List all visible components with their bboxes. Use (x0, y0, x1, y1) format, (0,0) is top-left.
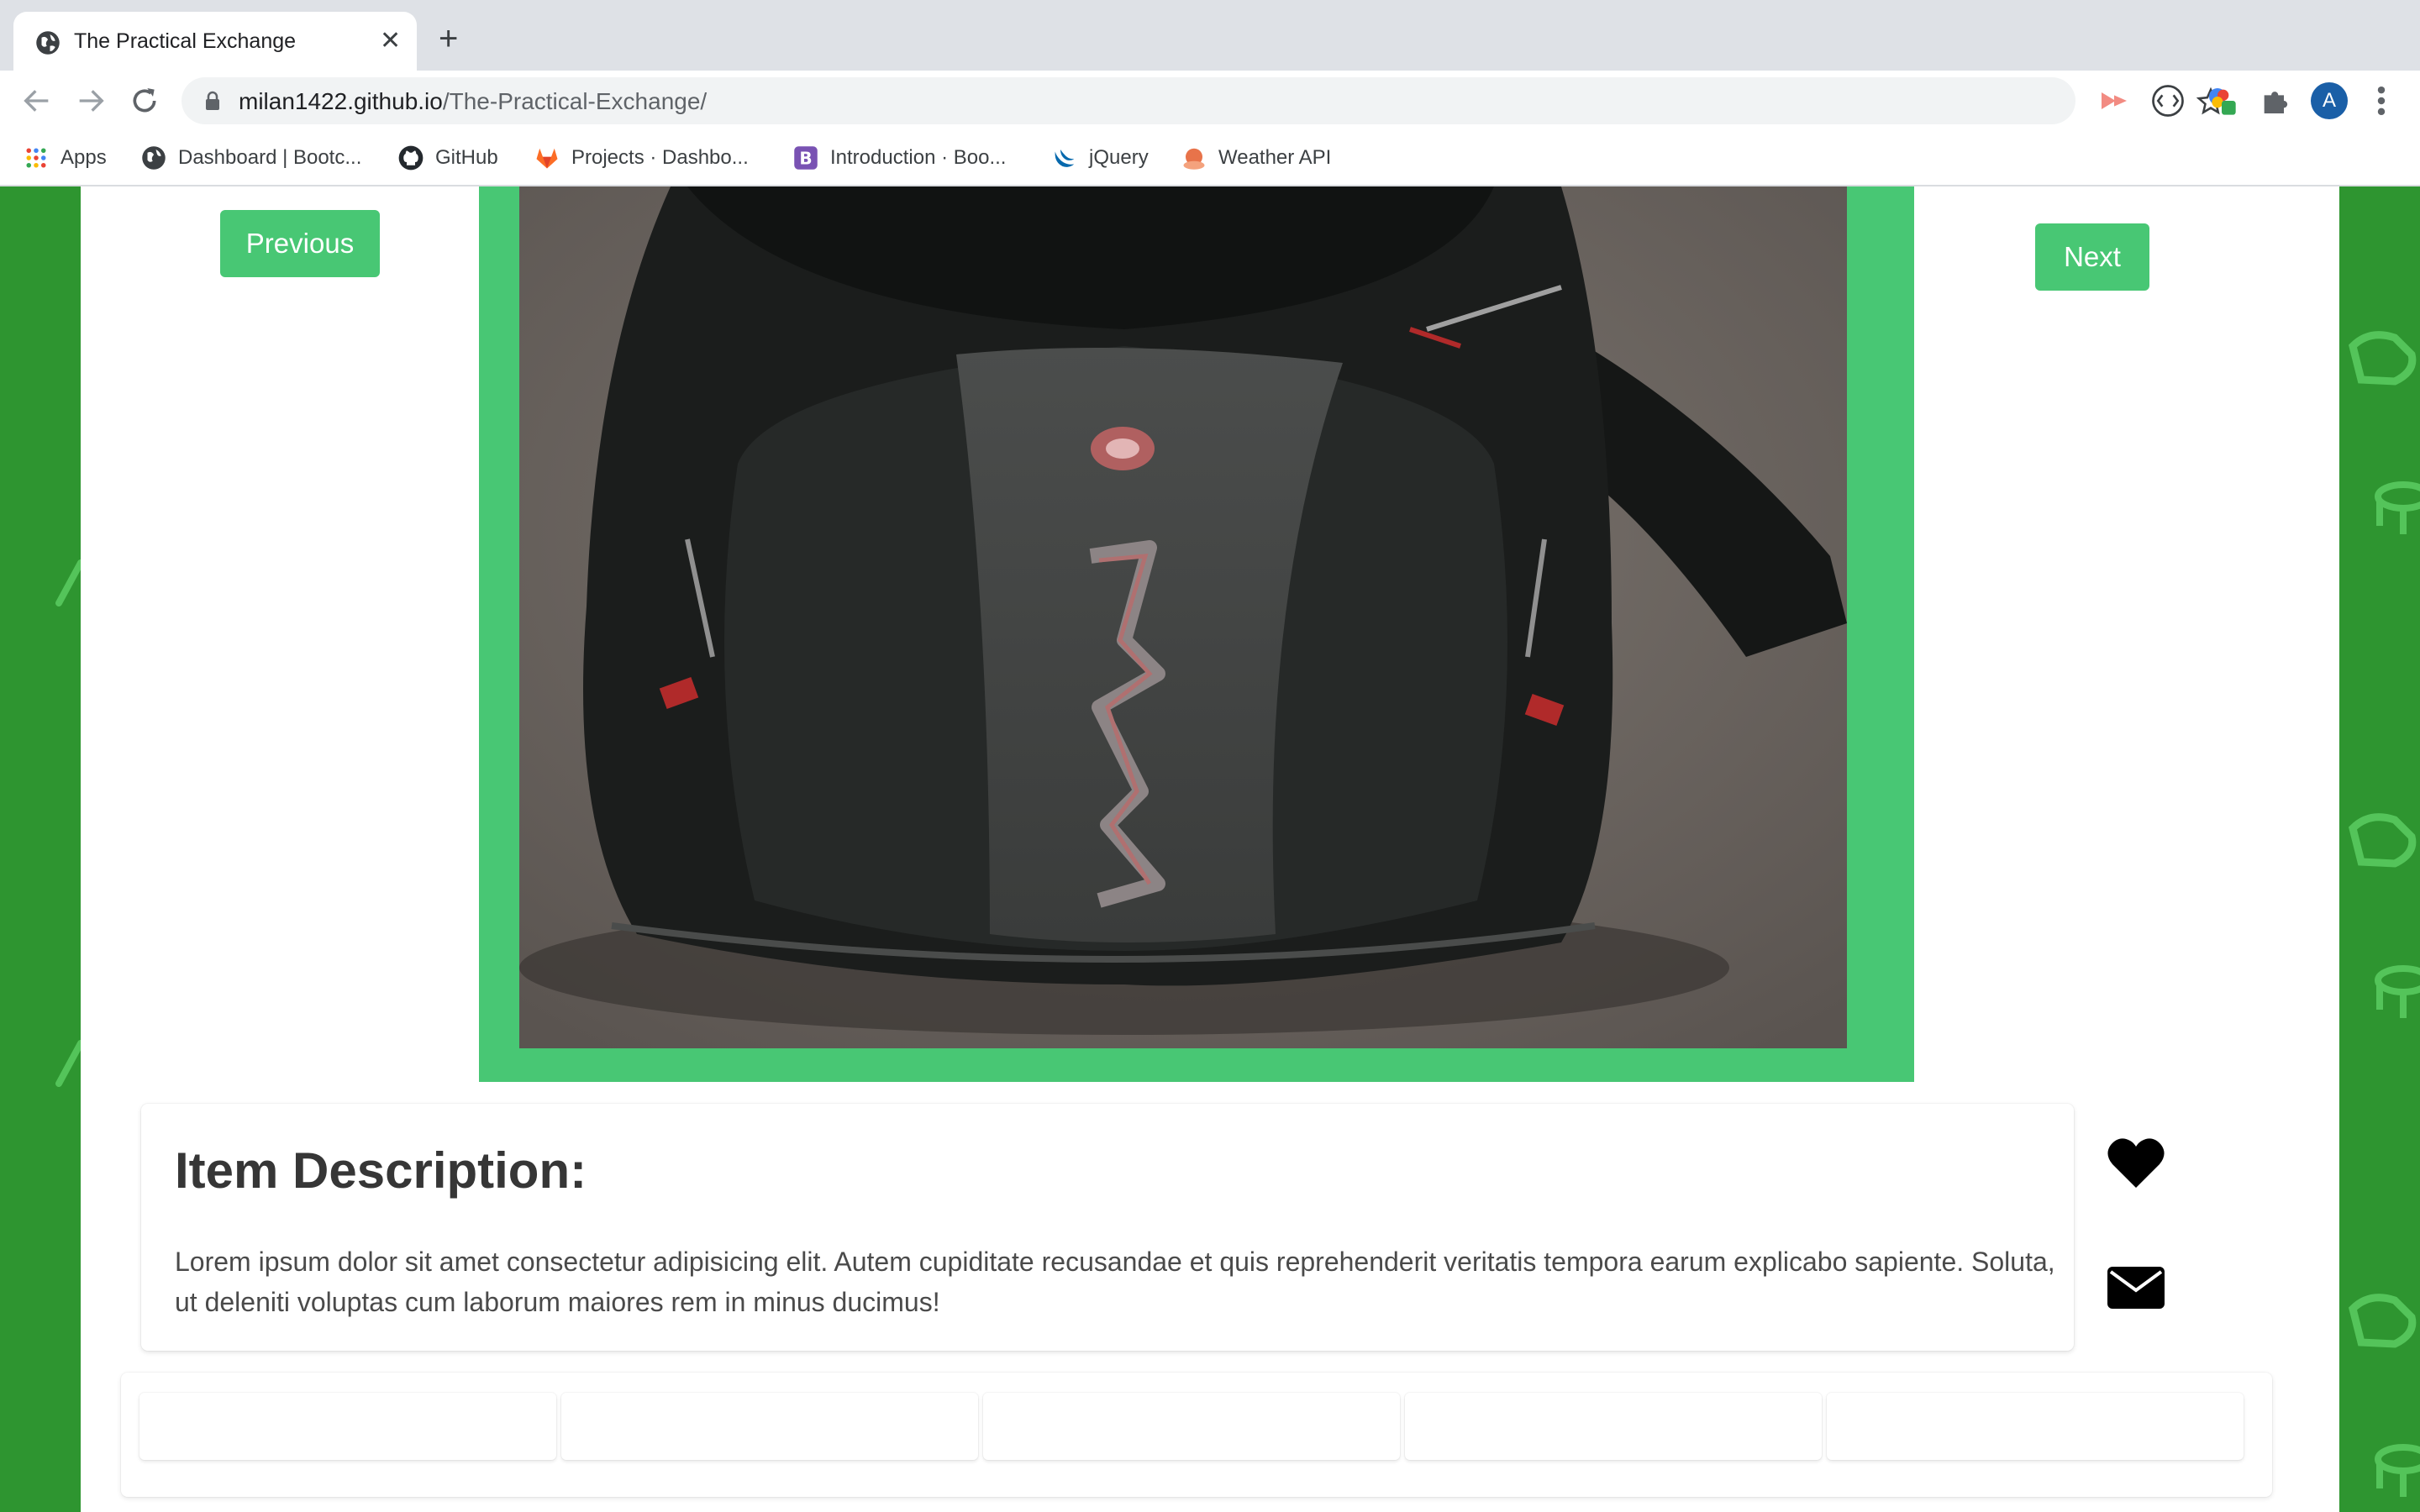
weather-icon (1183, 148, 1205, 170)
thumbnail-card[interactable] (561, 1393, 978, 1460)
extension-color-icon[interactable] (2205, 84, 2238, 118)
thumbnail-card[interactable] (1405, 1393, 1822, 1460)
thumbnail-card[interactable] (983, 1393, 1400, 1460)
gitlab-icon (536, 148, 558, 169)
globe-icon (36, 31, 60, 55)
bookmark-github[interactable]: GitHub (398, 143, 498, 173)
bookmark-dashboard[interactable]: Dashboard | Bootc... (141, 143, 361, 173)
ottoman-icon (2375, 481, 2420, 534)
bookmark-label: GitHub (435, 146, 498, 169)
bookmark-label: Weather API (1218, 146, 1332, 169)
item-description-text: Lorem ipsum dolor sit amet consectetur a… (175, 1247, 2055, 1317)
new-tab-icon[interactable]: + (439, 22, 458, 55)
close-icon[interactable]: ✕ (380, 29, 401, 54)
tab-title: The Practical Exchange (74, 29, 297, 53)
next-button[interactable]: Next (2035, 223, 2149, 291)
browser-tabstrip: The Practical Exchange ✕ + (0, 0, 2420, 71)
globe-icon (142, 146, 166, 170)
bookmark-jquery[interactable]: jQuery (1052, 143, 1149, 173)
bookmark-apps[interactable]: Apps (24, 143, 107, 173)
github-icon (398, 145, 424, 171)
item-detail-container: Previous Next Item Description: Lorem ip… (81, 186, 2339, 1512)
item-description-card: Item Description: Lorem ipsum dolor sit … (141, 1104, 2074, 1351)
bookmark-label: Introduction · Boo... (830, 146, 1007, 169)
item-image-frame (479, 186, 1914, 1082)
ottoman-icon (2375, 965, 2420, 1018)
url-text[interactable]: milan1422.github.io/The-Practical-Exchan… (239, 87, 707, 116)
bookmark-gitlab[interactable]: Projects · Dashbo... (534, 143, 749, 173)
extensions-puzzle-icon[interactable] (2259, 84, 2292, 118)
item-photo[interactable] (519, 186, 1847, 1048)
sofa-icon (2349, 331, 2417, 386)
sofa-icon (2349, 813, 2417, 868)
thumbnail-card[interactable] (139, 1393, 556, 1460)
forward-arrow-icon[interactable] (74, 84, 108, 118)
previous-button[interactable]: Previous (220, 210, 380, 277)
sofa-icon (2349, 1294, 2417, 1348)
bookmark-label: Projects · Dashbo... (571, 146, 749, 169)
bookmark-label: Apps (60, 146, 107, 169)
bookmark-weather-api[interactable]: Weather API (1181, 143, 1331, 173)
bookmark-bootstrap[interactable]: B Introduction · Boo... (793, 143, 1006, 173)
apps-grid-icon (26, 148, 46, 168)
envelope-icon[interactable] (2107, 1267, 2165, 1309)
thumbnail-strip (121, 1373, 2272, 1497)
jquery-icon (1055, 150, 1075, 167)
heart-icon[interactable] (2107, 1137, 2165, 1189)
background-pattern-icon (55, 1040, 84, 1087)
page-background: Previous Next Item Description: Lorem ip… (0, 186, 2420, 1512)
bookmark-label: Dashboard | Bootc... (178, 146, 362, 169)
ottoman-icon (2375, 1444, 2420, 1497)
svg-text:B: B (799, 149, 812, 169)
item-description-heading: Item Description: (175, 1142, 587, 1199)
thumbnail-card[interactable] (1827, 1393, 2244, 1460)
lock-icon[interactable] (203, 91, 222, 111)
browser-toolbar: milan1422.github.io/The-Practical-Exchan… (0, 71, 2420, 131)
bootstrap-icon: B (794, 146, 818, 170)
bookmarks-bar: Apps Dashboard | Bootc... GitHub Project… (0, 131, 2420, 186)
extension-arrow-icon[interactable] (2097, 84, 2131, 118)
back-arrow-icon[interactable] (20, 84, 54, 118)
address-bar[interactable]: milan1422.github.io/The-Practical-Exchan… (182, 77, 2225, 124)
reload-icon[interactable] (128, 84, 161, 118)
more-vert-icon[interactable] (2373, 82, 2390, 119)
profile-avatar[interactable]: A (2311, 82, 2348, 119)
backpack-photo (519, 186, 1847, 1048)
extension-code-icon[interactable] (2151, 84, 2185, 118)
bookmark-label: jQuery (1089, 146, 1149, 169)
browser-tab[interactable]: The Practical Exchange ✕ (13, 12, 417, 71)
background-pattern-icon (55, 559, 84, 606)
